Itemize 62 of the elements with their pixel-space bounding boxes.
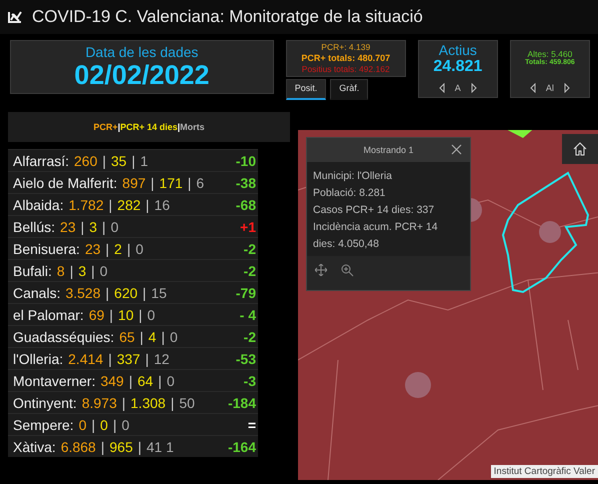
popup-line: Incidència acum. PCR+ 14 dies: 4.050,48 xyxy=(313,220,439,252)
pcr-count: PCR+: 4.139 xyxy=(321,42,370,53)
row-text: Guadasséquies: 65 | 4 | 0 xyxy=(13,328,178,344)
row-text: l'Olleria: 2.414 | 337 | 12 xyxy=(13,350,170,366)
change-value: -3 xyxy=(244,372,256,388)
row-text: Bellús: 23 | 3 | 0 xyxy=(13,218,118,234)
next-icon[interactable] xyxy=(564,83,570,93)
discharges-label: Altes: 5.460 xyxy=(527,49,572,59)
pcr-total: PCR+ totals: 480.707 xyxy=(301,53,390,64)
active-value: 24.821 xyxy=(433,58,482,76)
next-icon[interactable] xyxy=(470,83,477,93)
zoom-in-icon[interactable] xyxy=(341,264,354,277)
change-value: -2 xyxy=(244,328,256,344)
popup-title: Mostrando 1 xyxy=(363,145,414,155)
row-text: Sempere: 0 | 0 | 0 xyxy=(13,416,130,432)
change-value: = xyxy=(248,416,256,432)
close-icon[interactable] xyxy=(451,144,462,155)
nav-label: Al xyxy=(546,83,554,93)
row-text: el Palomar: 69 | 10 | 0 xyxy=(13,306,156,322)
positive-total: Positius totals: 492.162 xyxy=(302,64,390,75)
row-text: Xàtiva: 6.868 | 965 | 41 1 xyxy=(13,438,174,454)
date-label: Data de les dades xyxy=(85,44,198,60)
row-text: Aielo de Malferit: 897 | 171 | 6 xyxy=(13,174,204,190)
legend-label: Morts xyxy=(180,122,205,132)
home-button[interactable] xyxy=(562,134,598,164)
popup-line: Municipi: l'Olleria xyxy=(313,169,394,184)
change-value: -68 xyxy=(236,196,256,212)
change-value: -79 xyxy=(236,284,256,300)
change-value: -2 xyxy=(244,262,256,278)
home-icon xyxy=(573,142,587,156)
row-text: Canals: 3.528 | 620 | 15 xyxy=(13,284,167,300)
tab[interactable]: Posit. xyxy=(286,79,326,100)
app-logo-icon xyxy=(8,11,22,23)
row-text: Montaverner: 349 | 64 | 0 xyxy=(13,372,174,388)
change-value: -184 xyxy=(228,394,256,410)
window-title: COVID-19 C. Valenciana: Monitoratge de la situació xyxy=(32,7,423,27)
row-text: Benisuera: 23 | 2 | 0 xyxy=(13,240,144,256)
tab[interactable]: Gràf. xyxy=(330,79,368,100)
legend-label: PCR+ 14 dies xyxy=(120,122,178,132)
legend-separator: | xyxy=(118,122,120,132)
row-text: Albaida: 1.782 | 282 | 16 xyxy=(13,196,170,212)
popup-line: Població: 8.281 xyxy=(313,186,386,201)
row-text: Alfarrasí: 260 | 35 | 1 xyxy=(13,152,148,168)
date-value: 02/02/2022 xyxy=(74,60,210,90)
legend-separator: | xyxy=(178,122,180,132)
legend-label: PCR+ xyxy=(93,122,118,132)
previous-icon[interactable] xyxy=(530,83,536,93)
change-value: -164 xyxy=(228,438,256,454)
change-value: -53 xyxy=(236,350,256,366)
active-label: Actius xyxy=(438,42,477,58)
row-text: Ontinyent: 8.973 | 1.308 | 50 xyxy=(13,394,195,410)
row-text: Bufali: 8 | 3 | 0 xyxy=(13,262,108,278)
change-value: -38 xyxy=(236,174,256,190)
change-value: - 4 xyxy=(240,306,256,322)
popup-line: Casos PCR+ 14 dies: 337 xyxy=(313,203,436,218)
change-value: -10 xyxy=(236,152,256,168)
move-icon[interactable] xyxy=(315,264,327,276)
map-attribution: Institut Cartogràfic Valer xyxy=(490,465,598,478)
change-value: -2 xyxy=(244,240,256,256)
previous-icon[interactable] xyxy=(438,83,445,93)
nav-label: A xyxy=(454,83,461,93)
change-value: +1 xyxy=(240,218,256,234)
